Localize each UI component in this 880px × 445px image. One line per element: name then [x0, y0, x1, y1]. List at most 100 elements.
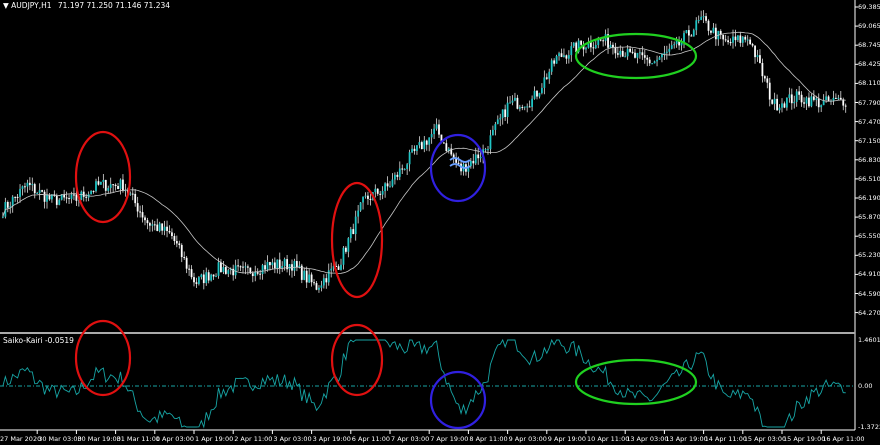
candle [663, 52, 666, 54]
candle [391, 179, 394, 187]
candle [685, 30, 688, 34]
time-tick-label: 9 Apr 03:00 [508, 435, 547, 443]
candle [477, 154, 480, 159]
indicator-title: Saiko-Kairi -0.0519 [3, 336, 74, 345]
candle [185, 257, 188, 269]
candle [724, 39, 727, 41]
price-tick-label: 68.425 [858, 60, 880, 69]
candle [374, 188, 377, 193]
candle [521, 107, 524, 109]
time-tick-label: 6 Apr 11:00 [351, 435, 391, 443]
candle [354, 216, 357, 235]
candle [416, 145, 418, 151]
candle [163, 226, 166, 231]
indicator-min-label: -1.3722 [858, 423, 880, 431]
candle [729, 42, 732, 44]
annotation-ellipse[interactable] [574, 32, 698, 80]
candle [690, 35, 693, 37]
candle [48, 194, 51, 200]
candle [26, 182, 29, 187]
candle [403, 168, 406, 170]
candle [288, 264, 291, 270]
candle [526, 106, 529, 108]
candle [220, 262, 222, 273]
annotation-ellipse[interactable] [429, 370, 487, 430]
time-tick-label: 9 Apr 19:00 [547, 435, 587, 443]
candle [567, 55, 570, 59]
candle [202, 274, 205, 284]
chart-canvas[interactable] [0, 0, 880, 445]
candle [727, 40, 729, 43]
price-tick-label: 67.150 [858, 136, 880, 145]
price-tick-label: 66.510 [858, 174, 880, 183]
candle [70, 194, 73, 199]
candle [763, 76, 766, 79]
candle [555, 56, 558, 64]
candle [722, 34, 725, 40]
candle [46, 194, 48, 202]
candle [85, 196, 88, 198]
annotation-ellipse[interactable] [330, 323, 384, 397]
candle [386, 183, 389, 187]
candle [548, 71, 551, 79]
price-tick-label: 67.790 [858, 98, 880, 107]
candle [129, 193, 132, 195]
candle [509, 102, 511, 104]
candle [36, 192, 39, 194]
candle [224, 267, 227, 274]
candle [504, 109, 507, 118]
candle [531, 98, 533, 108]
candle [21, 186, 24, 189]
candle [778, 107, 781, 111]
candle [73, 194, 75, 196]
candle [474, 154, 477, 164]
candle [832, 97, 835, 101]
candle [303, 270, 306, 280]
candle [384, 183, 386, 192]
candle [653, 61, 656, 64]
collapse-triangle-icon[interactable]: ▼ [3, 1, 9, 10]
candle [433, 128, 435, 135]
price-tick-label: 66.190 [858, 194, 880, 202]
candle [38, 190, 41, 193]
annotation-ellipse[interactable] [429, 133, 487, 203]
candle [122, 179, 124, 191]
candle [744, 36, 747, 40]
candle [43, 191, 46, 202]
candle [695, 20, 698, 31]
candle [104, 180, 107, 191]
price-tick-label: 68.745 [858, 41, 880, 50]
candle [161, 223, 164, 231]
candle [844, 105, 847, 107]
candle [795, 91, 798, 102]
annotation-ellipse[interactable] [574, 358, 698, 406]
candle [198, 277, 200, 284]
candle [276, 259, 279, 269]
candle [712, 27, 715, 33]
price-tick-label: 67.470 [858, 117, 880, 126]
candle [658, 57, 661, 60]
candle [156, 224, 159, 231]
candle [315, 283, 318, 290]
candle [702, 16, 705, 18]
candle [545, 77, 548, 79]
candle [825, 96, 827, 100]
candle [656, 59, 658, 62]
candle [616, 53, 619, 55]
candle [205, 272, 208, 284]
candle [242, 266, 244, 268]
candle [131, 193, 134, 195]
candle [665, 51, 668, 53]
candle [793, 101, 796, 104]
candle [394, 174, 396, 180]
candle [734, 36, 737, 41]
candle [369, 198, 372, 200]
candle [200, 274, 203, 278]
candle [364, 195, 367, 197]
candle [408, 152, 411, 165]
time-tick-label: 2 Apr 11:00 [234, 435, 273, 443]
candle [749, 39, 752, 45]
candle [435, 124, 438, 129]
candle [58, 199, 61, 205]
candle [624, 56, 627, 58]
